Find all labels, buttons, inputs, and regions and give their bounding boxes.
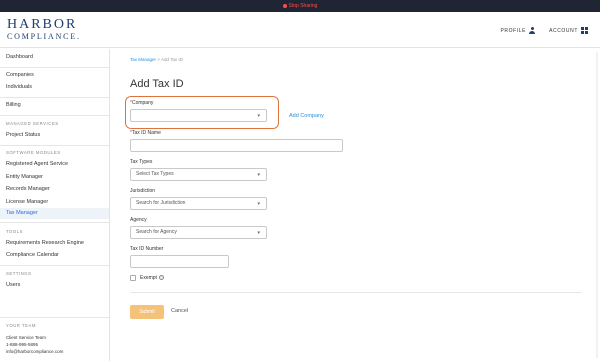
agency-select[interactable]: Search for Agency ▾ — [130, 226, 267, 239]
tax-id-name-label: *Tax ID Name — [130, 130, 161, 136]
submit-button[interactable]: Submit — [130, 305, 164, 319]
scrollbar[interactable] — [596, 52, 598, 358]
sidebar-divider — [0, 67, 109, 68]
sidebar-item-requirements-research[interactable]: Requirements Research Engine — [0, 238, 109, 249]
stop-icon — [282, 4, 287, 8]
screen-share-bar: Stop Sharing — [0, 0, 600, 12]
jurisdiction-placeholder: Search for Jurisdiction — [136, 200, 186, 206]
account-label: ACCOUNT — [549, 27, 578, 34]
company-label: *Company — [130, 100, 154, 106]
sidebar-divider — [0, 115, 109, 116]
sidebar-heading-software-modules: SOFTWARE MODULES — [6, 150, 61, 155]
sidebar-divider — [0, 265, 109, 266]
company-select[interactable]: ▾ — [130, 109, 267, 122]
sidebar-item-compliance-calendar[interactable]: Compliance Calendar — [0, 250, 109, 261]
sidebar-heading-settings: SETTINGS — [6, 271, 32, 276]
sidebar-item-billing[interactable]: Billing — [0, 100, 109, 111]
tax-types-select[interactable]: Select Tax Types ▾ — [130, 168, 267, 181]
chevron-down-icon: ▾ — [257, 172, 260, 178]
tax-types-placeholder: Select Tax Types — [136, 171, 174, 177]
breadcrumb: Tax Manager > Add Tax ID — [130, 57, 183, 62]
exempt-label: Exempt? — [140, 275, 164, 281]
agency-placeholder: Search for Agency — [136, 229, 177, 235]
sidebar-item-dashboard[interactable]: Dashboard — [0, 52, 109, 63]
grid-icon — [581, 27, 588, 34]
sidebar-heading-tools: TOOLS — [6, 229, 23, 234]
team-phone[interactable]: 1-888-995-5895 — [6, 342, 38, 347]
tax-id-number-input[interactable] — [130, 255, 229, 268]
sidebar-heading-managed-services: MANAGED SERVICES — [6, 121, 59, 126]
company-label-text: Company — [131, 100, 154, 106]
sidebar-item-tax-manager[interactable]: Tax Manager — [0, 208, 109, 219]
team-name: Client Service Team — [6, 335, 46, 340]
sidebar-divider — [0, 222, 109, 223]
chevron-down-icon: ▾ — [257, 201, 260, 207]
account-menu[interactable]: ACCOUNT — [549, 27, 588, 34]
person-icon — [529, 27, 536, 34]
add-company-link[interactable]: Add Company — [289, 113, 324, 119]
jurisdiction-select[interactable]: Search for Jurisdiction ▾ — [130, 197, 267, 210]
stop-sharing-button[interactable]: Stop Sharing — [282, 3, 318, 9]
profile-menu[interactable]: PROFILE — [500, 27, 536, 34]
tax-id-number-label: Tax ID Number — [130, 246, 164, 252]
profile-label: PROFILE — [500, 27, 527, 34]
chevron-down-icon: ▾ — [257, 113, 260, 119]
stop-sharing-label: Stop Sharing — [288, 3, 318, 9]
main-content: Tax Manager > Add Tax ID Add Tax ID *Com… — [111, 49, 600, 361]
sidebar-divider — [0, 145, 109, 146]
exempt-label-text: Exempt — [140, 275, 157, 281]
tax-id-name-input[interactable] — [130, 139, 343, 152]
logo-line-2: COMPLIANCE. — [7, 32, 81, 41]
sidebar-item-companies[interactable]: Companies — [0, 70, 109, 81]
logo-line-1: HARBOR — [7, 17, 78, 32]
sidebar-item-license-manager[interactable]: License Manager — [0, 197, 109, 208]
tax-types-label: Tax Types — [130, 159, 153, 165]
cancel-link[interactable]: Cancel — [171, 308, 188, 314]
breadcrumb-current: Add Tax ID — [160, 57, 183, 62]
sidebar-divider — [0, 97, 109, 98]
tax-id-name-label-text: Tax ID Name — [131, 130, 161, 136]
info-icon[interactable]: ? — [158, 275, 164, 281]
sidebar-item-entity-manager[interactable]: Entity Manager — [0, 172, 109, 183]
chevron-down-icon: ▾ — [257, 230, 260, 236]
sidebar-item-individuals[interactable]: Individuals — [0, 82, 109, 93]
sidebar-item-users[interactable]: Users — [0, 280, 109, 291]
sidebar-item-records-manager[interactable]: Records Manager — [0, 184, 109, 195]
jurisdiction-label: Jurisdiction — [130, 188, 156, 194]
your-team-heading: YOUR TEAM — [6, 323, 36, 328]
sidebar-divider — [0, 317, 109, 318]
agency-label: Agency — [130, 217, 147, 223]
team-email[interactable]: info@harborcompliance.com — [6, 349, 63, 354]
exempt-checkbox[interactable] — [130, 275, 136, 281]
sidebar-item-project-status[interactable]: Project Status — [0, 130, 109, 141]
app-header: HARBOR COMPLIANCE. PROFILE ACCOUNT — [0, 12, 600, 48]
page-title: Add Tax ID — [130, 78, 184, 90]
breadcrumb-tax-manager[interactable]: Tax Manager — [130, 57, 156, 62]
sidebar: Dashboard Companies Individuals Billing … — [0, 49, 110, 361]
harbor-compliance-logo[interactable]: HARBOR COMPLIANCE. — [7, 18, 81, 42]
breadcrumb-separator: > — [157, 57, 160, 62]
form-divider — [130, 292, 582, 293]
sidebar-item-registered-agent[interactable]: Registered Agent Service — [0, 159, 109, 170]
